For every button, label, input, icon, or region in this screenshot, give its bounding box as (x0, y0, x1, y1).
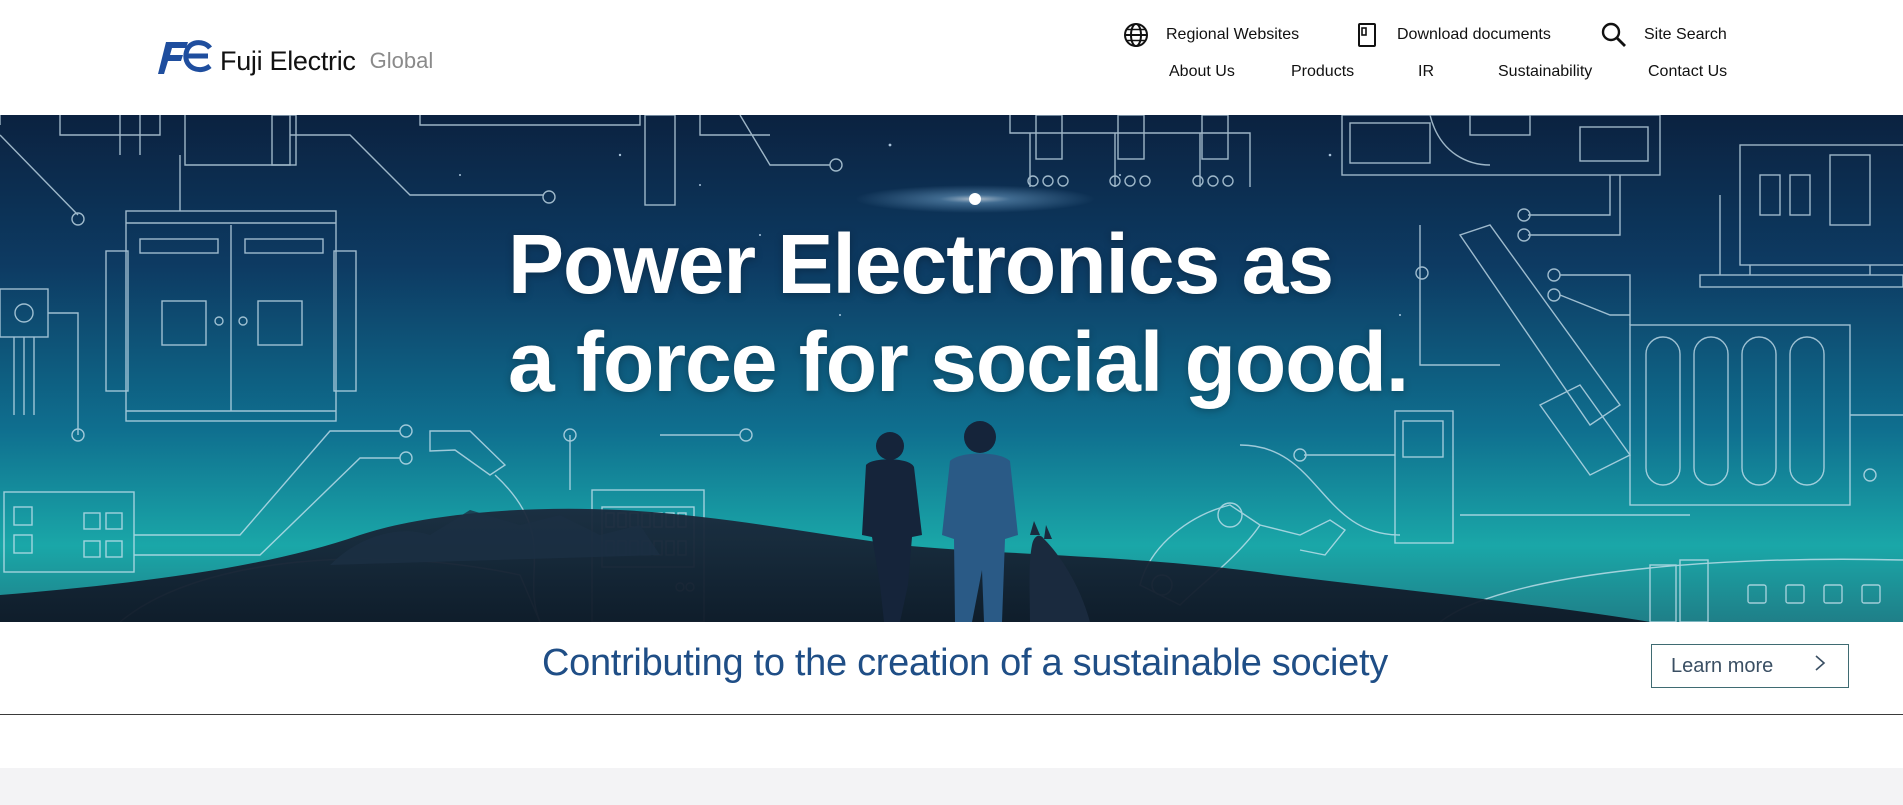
download-documents-link[interactable]: Download documents (1353, 20, 1551, 50)
site-search-label: Site Search (1644, 26, 1727, 43)
site-search-link[interactable]: Site Search (1600, 20, 1727, 50)
fe-logo-mark-icon (158, 40, 212, 74)
hero-title: Power Electronics as a force for social … (508, 215, 1409, 411)
search-icon (1600, 21, 1628, 49)
nav-contact-us[interactable]: Contact Us (1648, 63, 1727, 81)
hero-title-line-2: a force for social good. (508, 315, 1409, 409)
regional-websites-label: Regional Websites (1166, 26, 1300, 43)
tagline-band: Contributing to the creation of a sustai… (0, 622, 1903, 715)
chevron-right-icon (1814, 654, 1826, 678)
fuji-electric-logo[interactable]: Fuji Electric Global (152, 36, 433, 76)
next-section-background (0, 768, 1903, 805)
nav-products[interactable]: Products (1291, 63, 1354, 81)
site-header: Fuji Electric Global Regional Websites D… (0, 0, 1903, 115)
hero-banner[interactable]: Power Electronics as a force for social … (0, 115, 1903, 622)
logo-name: Fuji Electric (220, 46, 356, 76)
logo-subtitle: Global (369, 48, 434, 73)
learn-more-button[interactable]: Learn more (1651, 644, 1849, 688)
nav-about-us[interactable]: About Us (1169, 63, 1235, 81)
hero-title-line-1: Power Electronics as (508, 217, 1334, 311)
regional-websites-link[interactable]: Regional Websites (1122, 20, 1299, 50)
download-documents-label: Download documents (1397, 26, 1551, 43)
nav-sustainability[interactable]: Sustainability (1498, 63, 1592, 81)
tagline-text: Contributing to the creation of a sustai… (542, 642, 1388, 684)
globe-icon (1122, 21, 1150, 49)
nav-ir[interactable]: IR (1418, 63, 1434, 81)
learn-more-label: Learn more (1671, 654, 1774, 677)
document-icon (1353, 21, 1381, 49)
